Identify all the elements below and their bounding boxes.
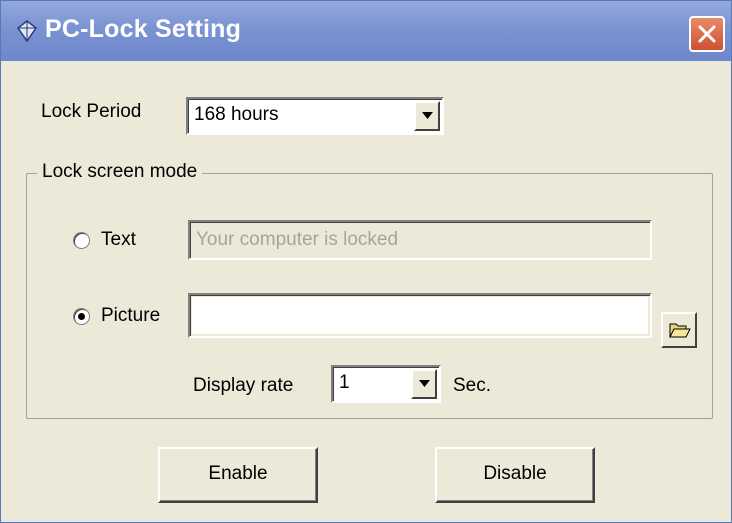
picture-path-field-box: [188, 293, 652, 338]
lock-period-label: Lock Period: [41, 101, 142, 122]
lock-period-select[interactable]: 168 hours: [186, 97, 444, 135]
pc-lock-setting-dialog: PC-Lock Setting Lock Period 168 hours Lo…: [0, 0, 732, 523]
window-title: PC-Lock Setting: [45, 15, 242, 43]
lock-text-field-box: [188, 220, 652, 260]
enable-button[interactable]: Enable: [158, 447, 318, 503]
lock-screen-mode-legend: Lock screen mode: [37, 161, 203, 183]
picture-radio-label[interactable]: Picture: [101, 305, 160, 327]
radio-selected-dot: [78, 313, 85, 320]
display-rate-value: 1: [339, 372, 350, 393]
folder-open-icon: [669, 323, 691, 338]
close-icon: [698, 25, 716, 43]
disable-button[interactable]: Disable: [435, 447, 595, 503]
text-radio[interactable]: [73, 232, 90, 249]
close-button[interactable]: [689, 16, 725, 52]
padlock-icon: [15, 19, 39, 43]
lock-text-field[interactable]: [192, 224, 648, 256]
display-rate-dropdown-button[interactable]: [411, 369, 437, 399]
browse-picture-button[interactable]: [661, 312, 697, 348]
title-bar[interactable]: PC-Lock Setting: [1, 1, 731, 61]
display-rate-label: Display rate: [193, 375, 294, 396]
text-radio-label[interactable]: Text: [101, 229, 136, 251]
picture-path-field[interactable]: [192, 297, 648, 334]
chevron-down-icon: [419, 380, 430, 387]
display-rate-unit: Sec.: [453, 375, 492, 396]
lock-period-dropdown-button[interactable]: [414, 101, 440, 131]
picture-radio[interactable]: [73, 308, 90, 325]
display-rate-select[interactable]: 1: [331, 365, 441, 403]
lock-period-value: 168 hours: [194, 104, 279, 125]
chevron-down-icon: [422, 112, 433, 119]
